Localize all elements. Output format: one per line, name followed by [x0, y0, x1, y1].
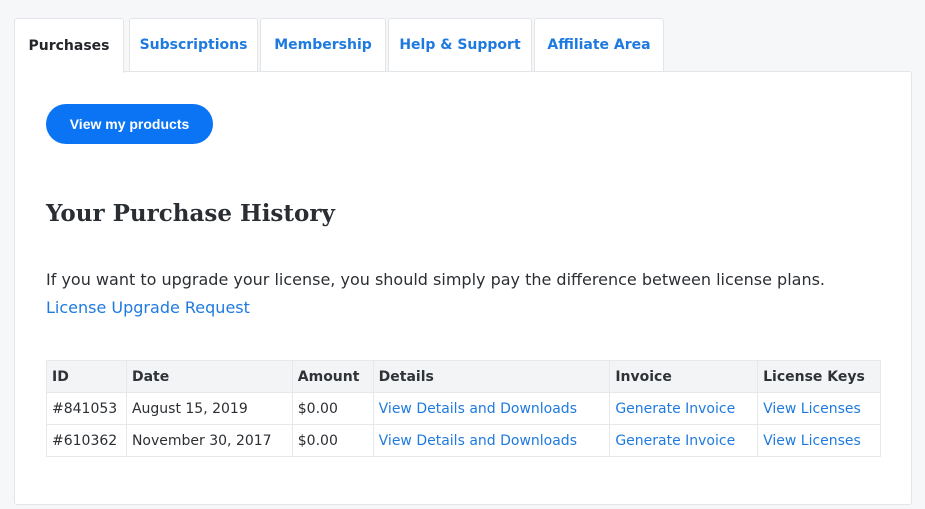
column-header-license-keys: License Keys — [757, 360, 881, 393]
column-header-invoice: Invoice — [609, 360, 759, 393]
tab-help-support[interactable]: Help & Support — [388, 18, 532, 71]
invoice-cell: Generate Invoice — [609, 424, 759, 457]
view-details-link[interactable]: View Details and Downloads — [379, 433, 577, 449]
view-licenses-link[interactable]: View Licenses — [763, 433, 861, 449]
table-row: #610362 November 30, 2017 $0.00 View Det… — [46, 424, 881, 457]
order-id: #841053 — [46, 392, 127, 425]
view-licenses-link[interactable]: View Licenses — [763, 401, 861, 417]
order-amount: $0.00 — [291, 424, 374, 457]
order-date: August 15, 2019 — [125, 392, 293, 425]
tab-membership[interactable]: Membership — [260, 18, 386, 71]
table-header-row: ID Date Amount Details Invoice License K… — [46, 360, 881, 393]
details-cell: View Details and Downloads — [372, 392, 611, 425]
license-keys-cell: View Licenses — [757, 392, 881, 425]
generate-invoice-link[interactable]: Generate Invoice — [615, 433, 735, 449]
invoice-cell: Generate Invoice — [609, 392, 759, 425]
details-cell: View Details and Downloads — [372, 424, 611, 457]
view-details-link[interactable]: View Details and Downloads — [379, 401, 577, 417]
license-upgrade-link[interactable]: License Upgrade Request — [46, 298, 250, 317]
generate-invoice-link[interactable]: Generate Invoice — [615, 401, 735, 417]
order-amount: $0.00 — [291, 392, 374, 425]
purchases-panel: View my products Your Purchase History I… — [14, 71, 912, 505]
upgrade-note: If you want to upgrade your license, you… — [46, 266, 866, 322]
order-date: November 30, 2017 — [125, 424, 293, 457]
order-id: #610362 — [46, 424, 127, 457]
column-header-details: Details — [372, 360, 611, 393]
tab-affiliate-area[interactable]: Affiliate Area — [534, 18, 664, 71]
purchase-history-table: ID Date Amount Details Invoice License K… — [46, 360, 881, 457]
upgrade-note-text: If you want to upgrade your license, you… — [46, 270, 826, 289]
view-my-products-button[interactable]: View my products — [46, 104, 213, 144]
column-header-amount: Amount — [291, 360, 374, 393]
tab-purchases[interactable]: Purchases — [14, 18, 124, 73]
license-keys-cell: View Licenses — [757, 424, 881, 457]
page-title: Your Purchase History — [46, 200, 335, 227]
table-row: #841053 August 15, 2019 $0.00 View Detai… — [46, 392, 881, 425]
column-header-date: Date — [125, 360, 293, 393]
tab-subscriptions[interactable]: Subscriptions — [129, 18, 258, 71]
column-header-id: ID — [46, 360, 127, 393]
